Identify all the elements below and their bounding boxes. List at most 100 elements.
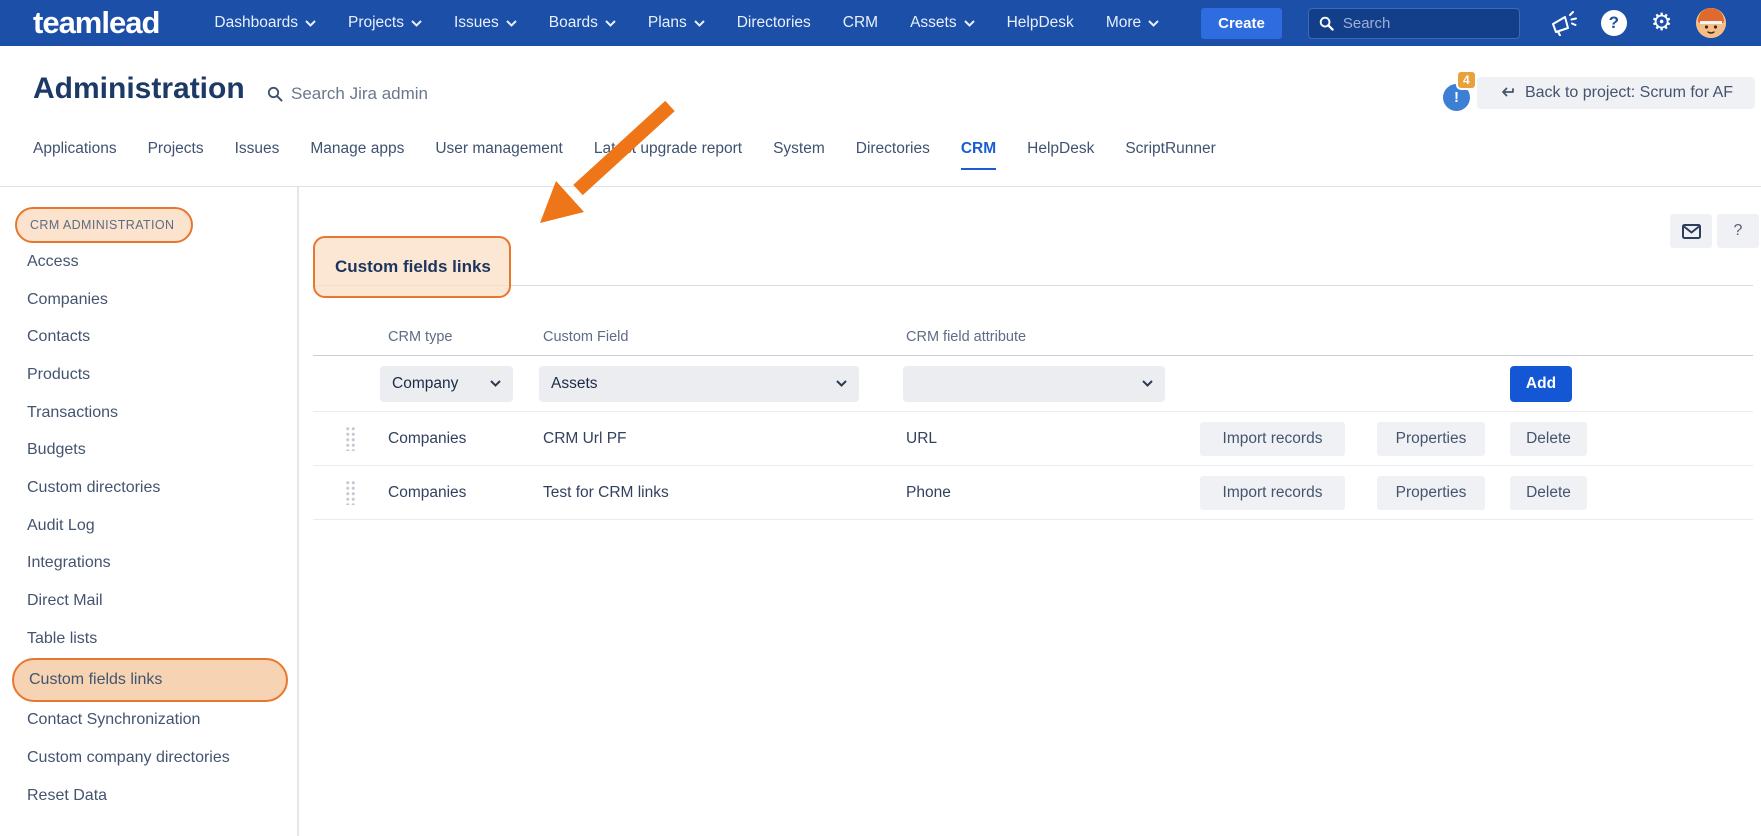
chevron-down-icon: [506, 20, 517, 27]
custom-field-select[interactable]: Assets: [539, 366, 859, 402]
tab-projects[interactable]: Projects: [148, 140, 204, 164]
chevron-down-icon: [490, 380, 501, 387]
cell-crm-field-attribute: URL: [903, 430, 1180, 448]
tab-applications[interactable]: Applications: [33, 140, 117, 164]
top-navigation-bar: teamlead Dashboards Projects Issues Boar…: [0, 0, 1761, 46]
sidebar-item-budgets[interactable]: Budgets: [0, 431, 297, 469]
page: teamlead Dashboards Projects Issues Boar…: [0, 0, 1761, 836]
admin-tabs: Applications Projects Issues Manage apps…: [33, 140, 1216, 164]
cell-crm-type: Companies: [358, 484, 540, 502]
admin-search-input[interactable]: [291, 84, 511, 104]
crm-field-attribute-select[interactable]: [903, 366, 1165, 402]
sidebar-item-direct-mail[interactable]: Direct Mail: [0, 582, 297, 620]
help-button[interactable]: ?: [1717, 214, 1759, 248]
chevron-down-icon: [605, 20, 616, 27]
search-icon: [1319, 16, 1334, 31]
sidebar-item-audit-log[interactable]: Audit Log: [0, 507, 297, 545]
sidebar-list: Access Companies Contacts Products Trans…: [0, 243, 297, 815]
sidebar-item-reset-data[interactable]: Reset Data: [0, 777, 297, 815]
add-button[interactable]: Add: [1510, 366, 1572, 402]
gear-icon[interactable]: ⚙: [1651, 11, 1673, 35]
nav-more[interactable]: More: [1106, 14, 1159, 32]
nav-crm[interactable]: CRM: [843, 14, 878, 32]
help-icon[interactable]: ?: [1601, 10, 1627, 36]
tab-user-management[interactable]: User management: [435, 140, 563, 164]
cell-crm-type: Companies: [358, 430, 540, 448]
sidebar-item-table-lists[interactable]: Table lists: [0, 620, 297, 658]
import-records-button[interactable]: Import records: [1200, 476, 1345, 510]
chevron-down-icon: [411, 20, 422, 27]
table-row: Companies Test for CRM links Phone Impor…: [313, 466, 1753, 520]
tab-latest-upgrade-report[interactable]: Latest upgrade report: [594, 140, 742, 164]
tab-issues[interactable]: Issues: [235, 140, 280, 164]
table-row: Companies CRM Url PF URL Import records …: [313, 412, 1753, 466]
chevron-down-icon: [1148, 20, 1159, 27]
sidebar-item-custom-directories[interactable]: Custom directories: [0, 469, 297, 507]
sidebar-item-custom-company-directories[interactable]: Custom company directories: [0, 739, 297, 777]
chevron-down-icon: [305, 20, 316, 27]
sidebar-item-products[interactable]: Products: [0, 356, 297, 394]
chevron-down-icon: [836, 380, 847, 387]
nav-helpdesk[interactable]: HelpDesk: [1007, 14, 1074, 32]
drag-handle-icon[interactable]: [345, 426, 356, 451]
teamlead-logo[interactable]: teamlead: [33, 5, 159, 41]
search-icon: [267, 86, 283, 102]
sidebar-item-companies[interactable]: Companies: [0, 281, 297, 319]
tab-system[interactable]: System: [773, 140, 825, 164]
column-header-crm-field-attribute: CRM field attribute: [903, 329, 1180, 345]
nav-boards[interactable]: Boards: [549, 14, 616, 32]
sidebar-item-custom-fields-links-selected[interactable]: Custom fields links: [12, 658, 288, 702]
nav-plans[interactable]: Plans: [648, 14, 705, 32]
sidebar-item-contact-synchronization[interactable]: Contact Synchronization: [0, 702, 297, 740]
properties-button[interactable]: Properties: [1377, 476, 1485, 510]
sidebar-section-label-highlighted: CRM ADMINISTRATION: [15, 207, 193, 243]
sidebar-item-contacts[interactable]: Contacts: [0, 318, 297, 356]
sidebar-item-transactions[interactable]: Transactions: [0, 394, 297, 432]
chevron-down-icon: [694, 20, 705, 27]
tab-manage-apps[interactable]: Manage apps: [310, 140, 404, 164]
main-menu: Dashboards Projects Issues Boards Plans …: [214, 14, 1159, 32]
properties-button[interactable]: Properties: [1377, 422, 1485, 456]
nav-dashboards[interactable]: Dashboards: [214, 14, 316, 32]
drag-handle-icon[interactable]: [345, 480, 356, 505]
back-arrow-icon: [1499, 86, 1515, 101]
back-to-project-button[interactable]: Back to project: Scrum for AF: [1477, 77, 1755, 109]
page-title: Administration: [33, 72, 245, 106]
cell-custom-field: Test for CRM links: [540, 484, 903, 502]
cell-crm-field-attribute: Phone: [903, 484, 1180, 502]
column-header-custom-field: Custom Field: [540, 329, 903, 345]
annotation-arrow: [520, 98, 690, 238]
crm-type-select[interactable]: Company: [380, 366, 513, 402]
nav-assets[interactable]: Assets: [910, 14, 975, 32]
cell-custom-field: CRM Url PF: [540, 430, 903, 448]
import-records-button[interactable]: Import records: [1200, 422, 1345, 456]
chevron-down-icon: [964, 20, 975, 27]
nav-directories[interactable]: Directories: [737, 14, 811, 32]
chevron-down-icon: [1142, 380, 1153, 387]
global-search[interactable]: [1308, 8, 1520, 39]
custom-fields-links-table: CRM type Custom Field CRM field attribut…: [313, 318, 1753, 520]
megaphone-icon[interactable]: [1550, 11, 1577, 36]
heading-divider: [313, 285, 1753, 286]
tab-helpdesk[interactable]: HelpDesk: [1027, 140, 1094, 164]
crm-admin-sidebar: CRM ADMINISTRATION Access Companies Cont…: [0, 187, 299, 836]
admin-search[interactable]: [267, 84, 511, 104]
delete-button[interactable]: Delete: [1510, 476, 1587, 510]
sidebar-item-integrations[interactable]: Integrations: [0, 545, 297, 583]
nav-issues[interactable]: Issues: [454, 14, 517, 32]
mail-button[interactable]: [1670, 214, 1712, 248]
nav-projects[interactable]: Projects: [348, 14, 422, 32]
envelope-icon: [1682, 224, 1701, 239]
tab-crm[interactable]: CRM: [961, 140, 996, 164]
annotation-highlight-heading: Custom fields links: [313, 236, 511, 298]
user-avatar[interactable]: [1696, 8, 1726, 38]
search-input[interactable]: [1343, 15, 1493, 32]
tab-directories[interactable]: Directories: [856, 140, 930, 164]
sidebar-item-access[interactable]: Access: [0, 243, 297, 281]
create-button[interactable]: Create: [1201, 8, 1282, 39]
add-link-form-row: Company Assets Add: [313, 356, 1753, 412]
nav-icon-group: ? ⚙: [1550, 8, 1727, 38]
notification-badge: 4: [1456, 70, 1477, 90]
tab-scriptrunner[interactable]: ScriptRunner: [1125, 140, 1215, 164]
delete-button[interactable]: Delete: [1510, 422, 1587, 456]
